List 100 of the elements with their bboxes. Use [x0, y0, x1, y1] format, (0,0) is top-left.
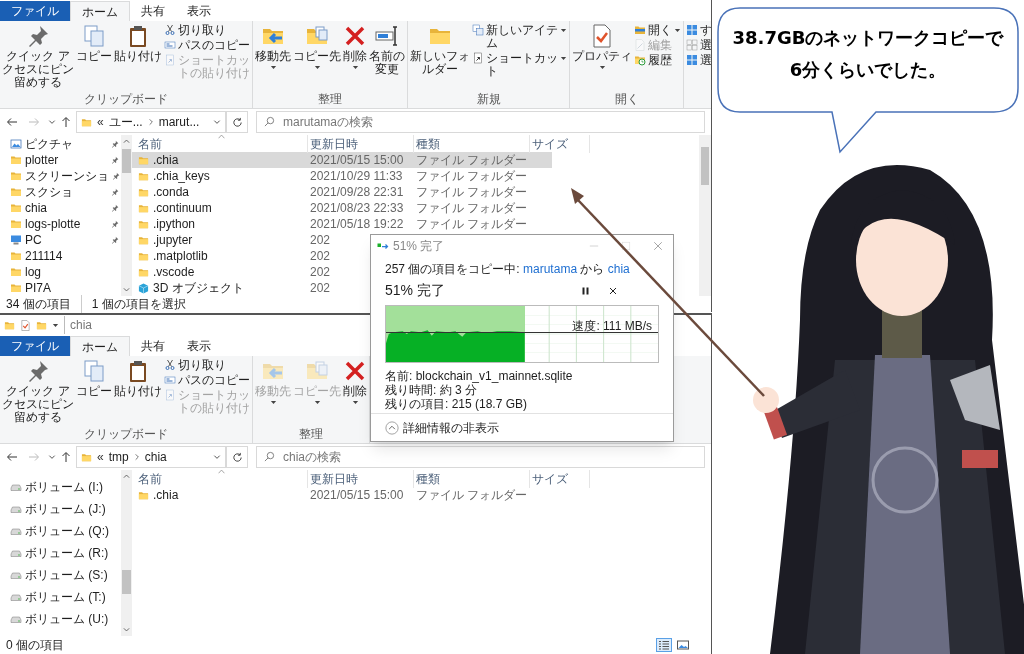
ribbon-button[interactable]: クイック アクセスにピン留めする: [2, 359, 74, 424]
pin-icon: [111, 236, 119, 244]
nav-item[interactable]: ボリューム (U:): [0, 608, 121, 630]
sort-icon: [218, 469, 225, 474]
source-link[interactable]: marutama: [523, 262, 578, 276]
column-header[interactable]: 種類: [416, 471, 440, 486]
search-field[interactable]: chiaの検索: [256, 446, 705, 468]
breadcrumb[interactable]: chia: [144, 448, 167, 466]
view-button[interactable]: [675, 638, 691, 652]
window-title: chia: [64, 316, 92, 334]
breadcrumb[interactable]: ユー...: [108, 113, 143, 131]
address-field[interactable]: « tmp chia: [76, 446, 226, 468]
ribbon-button[interactable]: パスのコピー: [164, 39, 250, 52]
ribbon-button[interactable]: 貼り付け: [114, 24, 162, 63]
nav-item[interactable]: 211114: [0, 248, 121, 264]
ribbon-button[interactable]: 貼り付け: [114, 359, 162, 398]
file-row[interactable]: .chia 2021/05/15 15:00 ファイル フォルダー: [132, 487, 552, 503]
file-row[interactable]: .ipython 2021/05/18 19:22 ファイル フォルダー: [132, 216, 552, 232]
nav-item[interactable]: logs-plotte: [0, 216, 121, 232]
address-field[interactable]: « ユー... marut...: [76, 111, 226, 133]
nav-item[interactable]: ボリューム (Q:): [0, 520, 121, 542]
ribbon-tab[interactable]: ホーム: [70, 336, 130, 356]
nav-item[interactable]: スクリーンショ: [0, 168, 121, 184]
nav-item[interactable]: chia: [0, 200, 121, 216]
chevron-down-icon: [48, 453, 56, 461]
delete-icon: [343, 359, 367, 383]
ribbon-button[interactable]: 選: [686, 54, 711, 67]
destination-link[interactable]: chia: [607, 262, 630, 276]
nav-item[interactable]: ボリューム (R:): [0, 542, 121, 564]
nav-item[interactable]: ボリューム (J:): [0, 498, 121, 520]
properties-icon: [20, 319, 31, 331]
ribbon-button[interactable]: 切り取り: [164, 359, 250, 372]
nav-item[interactable]: ボリューム (S:): [0, 564, 121, 586]
ribbon-tab[interactable]: 共有: [130, 336, 176, 356]
details-toggle[interactable]: 詳細情報の非表示: [385, 418, 499, 437]
scrollbar-thumb[interactable]: [122, 149, 131, 173]
ribbon-button[interactable]: ショートカット: [472, 52, 567, 78]
ribbon-tab[interactable]: ファイル: [0, 336, 70, 356]
ribbon-button[interactable]: 移動先: [255, 24, 291, 71]
folder-icon: [81, 451, 92, 463]
drive-icon: [10, 503, 22, 515]
ribbon-button[interactable]: コピー: [76, 24, 112, 63]
ribbon-button[interactable]: 削除: [343, 359, 367, 406]
folder-icon: [10, 266, 22, 278]
nav-item[interactable]: ボリューム (T:): [0, 586, 121, 608]
column-header[interactable]: 更新日時: [310, 471, 358, 486]
refresh-button[interactable]: [226, 111, 248, 133]
breadcrumb-overflow[interactable]: «: [97, 448, 104, 466]
folder-icon: [138, 234, 149, 246]
nav-item[interactable]: ピクチャ: [0, 136, 121, 152]
nav-item[interactable]: PC: [0, 232, 121, 248]
ribbon-tab[interactable]: 共有: [130, 1, 176, 21]
ribbon-button[interactable]: 履歴: [634, 54, 681, 67]
ribbon-button[interactable]: 名前の変更: [369, 24, 405, 76]
refresh-button[interactable]: [226, 446, 248, 468]
ribbon-button[interactable]: クイック アクセスにピン留めする: [2, 24, 74, 89]
file-row[interactable]: .continuum 2021/08/23 22:33 ファイル フォルダー: [132, 200, 552, 216]
scrollbar-thumb[interactable]: [122, 570, 131, 594]
search-field[interactable]: marutamaの検索: [256, 111, 705, 133]
nav-item[interactable]: plotter: [0, 152, 121, 168]
file-row[interactable]: .chia 2021/05/15 15:00 ファイル フォルダー: [132, 152, 552, 168]
file-type: ファイル フォルダー: [415, 168, 528, 185]
grid-icon: [686, 24, 698, 36]
nav-item[interactable]: スクショ: [0, 184, 121, 200]
ribbon-button[interactable]: 削除: [343, 24, 367, 71]
ribbon-tab[interactable]: 表示: [176, 1, 222, 21]
scrollbar-thumb[interactable]: [701, 147, 709, 185]
nav-item[interactable]: PI7A: [0, 280, 121, 296]
scissors-icon: [164, 359, 176, 371]
column-header[interactable]: サイズ: [532, 136, 568, 151]
close-icon: [653, 241, 663, 251]
ribbon-button[interactable]: す: [686, 24, 711, 37]
column-header[interactable]: 名前: [138, 471, 162, 486]
ribbon-button[interactable]: 新しいフォルダー: [410, 24, 470, 76]
ribbon-button[interactable]: コピー: [76, 359, 112, 398]
nav-item[interactable]: log: [0, 264, 121, 280]
ribbon-button[interactable]: コピー先: [293, 24, 341, 71]
file-date: 202: [310, 281, 331, 295]
maximize-icon: [621, 241, 631, 251]
column-header[interactable]: 更新日時: [310, 136, 358, 151]
ribbon-button[interactable]: 選: [686, 39, 711, 52]
column-header[interactable]: サイズ: [532, 471, 568, 486]
ribbon-button[interactable]: パスのコピー: [164, 374, 250, 387]
file-row[interactable]: .chia_keys 2021/10/29 11:33 ファイル フォルダー: [132, 168, 552, 184]
ribbon-tab[interactable]: ファイル: [0, 1, 70, 21]
ribbon-button[interactable]: 新しいアイテム: [472, 24, 567, 50]
ribbon-button[interactable]: プロパティ: [572, 24, 632, 71]
breadcrumb[interactable]: marut...: [158, 113, 200, 131]
column-header[interactable]: 名前: [138, 136, 162, 151]
breadcrumb-overflow[interactable]: «: [97, 113, 104, 131]
ribbon-tab[interactable]: 表示: [176, 336, 222, 356]
file-row[interactable]: .conda 2021/09/28 22:31 ファイル フォルダー: [132, 184, 552, 200]
ribbon-tab[interactable]: ホーム: [70, 1, 130, 21]
column-header[interactable]: 種類: [416, 136, 440, 151]
breadcrumb[interactable]: tmp: [108, 448, 129, 466]
ribbon-button[interactable]: 切り取り: [164, 24, 250, 37]
view-button[interactable]: [656, 638, 672, 652]
status-text: 0 個の項目: [6, 637, 64, 654]
nav-item[interactable]: ボリューム (I:): [0, 476, 121, 498]
ribbon-button[interactable]: 開く: [634, 24, 681, 37]
